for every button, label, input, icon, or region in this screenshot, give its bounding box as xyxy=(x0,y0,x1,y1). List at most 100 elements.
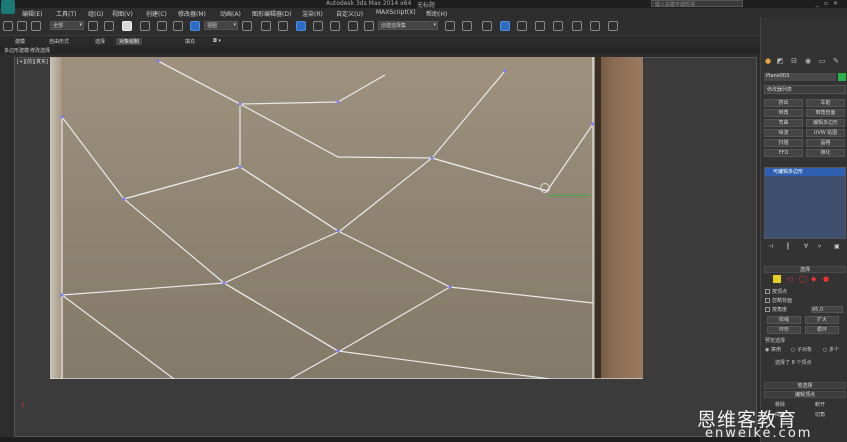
rect-region-icon[interactable] xyxy=(122,21,132,31)
by-vertex-option[interactable]: 按顶点 xyxy=(765,288,787,295)
loop-button[interactable]: 循环 xyxy=(805,326,839,334)
preview-subobj-radio[interactable]: ○ 子对象 xyxy=(791,346,812,353)
sub-polygon-modeling[interactable]: 多边形建模 xyxy=(4,47,29,54)
modify-tab-icon[interactable]: ◩ xyxy=(775,57,785,66)
display-tab-icon[interactable]: ▭ xyxy=(817,57,827,66)
rotate-icon[interactable] xyxy=(173,21,183,31)
layer-manager-icon[interactable] xyxy=(482,21,492,31)
create-tab-icon[interactable]: ● xyxy=(763,57,773,66)
move-icon[interactable] xyxy=(157,21,167,31)
make-unique-icon[interactable]: ∀ xyxy=(804,243,808,250)
configure-sets-icon[interactable]: ▣ xyxy=(834,243,840,250)
rollout-selection[interactable]: 选择 xyxy=(764,266,846,273)
pin-stack-icon[interactable]: ⊣ xyxy=(768,243,773,250)
select-object-icon[interactable] xyxy=(88,21,98,31)
modifier-btn[interactable]: 倒角 xyxy=(764,109,803,117)
window-controls[interactable]: _▫✕ xyxy=(816,0,843,7)
preview-off-radio[interactable]: ◉ 禁用 xyxy=(765,346,781,353)
modifier-btn[interactable]: 车削 xyxy=(806,99,845,107)
scale-icon[interactable] xyxy=(190,21,200,31)
by-angle-option[interactable]: 按角度 xyxy=(765,306,787,313)
ignore-backface-option[interactable]: 忽略背面 xyxy=(765,297,792,304)
rendered-frame-icon[interactable] xyxy=(590,21,600,31)
modifier-btn[interactable]: 挤出 xyxy=(764,99,803,107)
by-vertex-checkbox[interactable] xyxy=(765,289,770,294)
modifier-btn[interactable]: 晶格 xyxy=(806,139,845,147)
remove-modifier-icon[interactable]: ▿ xyxy=(818,243,821,250)
material-editor-icon[interactable] xyxy=(553,21,563,31)
pivot-icon[interactable] xyxy=(242,21,252,31)
vertex-mode-icon[interactable] xyxy=(773,275,781,283)
render-setup-icon[interactable] xyxy=(572,21,582,31)
tab-object-paint[interactable]: 对象绘制 xyxy=(116,38,143,45)
tab-populate[interactable]: 填充 xyxy=(182,38,198,45)
rollout-edit-vertices[interactable]: 编辑顶点 xyxy=(764,391,846,398)
modifier-btn[interactable]: FFD xyxy=(764,149,803,157)
motion-tab-icon[interactable]: ◉ xyxy=(803,57,813,66)
border-mode-icon[interactable]: ◯ xyxy=(799,275,807,283)
align-icon[interactable] xyxy=(462,21,472,31)
modifier-btn[interactable]: 扫描 xyxy=(764,139,803,147)
edit-named-selection-icon[interactable] xyxy=(364,21,374,31)
object-color-swatch[interactable] xyxy=(838,73,846,81)
preview-multi-radio[interactable]: ○ 多个 xyxy=(823,346,839,353)
curve-editor-icon[interactable] xyxy=(517,21,527,31)
by-angle-checkbox[interactable] xyxy=(765,307,770,312)
selection-filter-dropdown[interactable]: 全部 xyxy=(50,21,84,30)
ribbon-toggle-icon[interactable] xyxy=(500,21,510,31)
link-icon[interactable] xyxy=(31,21,41,31)
tab-modeling[interactable]: 建模 xyxy=(12,38,28,45)
break-button[interactable]: 断开 xyxy=(815,401,825,408)
spinner-snap-icon[interactable] xyxy=(348,21,358,31)
sub-modify-selection[interactable]: 修改选择 xyxy=(30,47,50,54)
select-by-name-icon[interactable] xyxy=(104,21,114,31)
angle-snap-icon[interactable] xyxy=(313,21,323,31)
mirror-icon[interactable] xyxy=(445,21,455,31)
redo-icon[interactable] xyxy=(17,21,27,31)
modifier-btn[interactable]: 弯曲 xyxy=(764,119,803,127)
stack-item-editable-poly[interactable]: 可编辑多边形 xyxy=(765,168,845,176)
rollout-soft-selection[interactable]: 软选择 xyxy=(764,382,846,389)
snap-3d-icon[interactable] xyxy=(296,21,306,31)
show-end-result-icon[interactable]: ┃ xyxy=(786,243,790,250)
shrink-button[interactable]: 收缩 xyxy=(767,316,801,324)
named-selection-dropdown[interactable]: 创建选择集 xyxy=(378,21,438,30)
app-logo-icon[interactable] xyxy=(1,0,15,14)
ring-button[interactable]: 环形 xyxy=(767,326,801,334)
tab-freeform[interactable]: 自由形式 xyxy=(46,38,72,45)
menu-maxscript[interactable]: MAXScript(X) xyxy=(376,9,416,16)
viewport-label[interactable]: [+][前][真实] xyxy=(17,58,48,65)
chamfer-button[interactable]: 切角 xyxy=(815,411,825,418)
manipulate-icon[interactable] xyxy=(261,21,271,31)
modifier-list-dropdown[interactable]: 修改器列表 xyxy=(764,85,846,94)
percent-snap-icon[interactable] xyxy=(330,21,340,31)
utilities-tab-icon[interactable]: ✎ xyxy=(831,57,841,66)
ribbon-options-icon[interactable]: ◘ ▾ xyxy=(210,38,224,44)
schematic-view-icon[interactable] xyxy=(535,21,545,31)
modifier-btn[interactable]: 编辑多边形 xyxy=(806,119,845,127)
object-name-field[interactable]: Plane003 xyxy=(764,73,836,81)
polygon-mode-icon[interactable]: ◆ xyxy=(811,275,819,283)
grow-button[interactable]: 扩大 xyxy=(805,316,839,324)
tab-selection[interactable]: 选择 xyxy=(92,38,108,45)
search-input[interactable]: 键入关键字或短语 xyxy=(651,0,743,8)
angle-spinner[interactable]: 45.0 xyxy=(811,306,843,313)
reference-photo-plane[interactable] xyxy=(50,57,643,379)
polygon-mesh-wireframe[interactable] xyxy=(50,57,643,379)
edge-mode-icon[interactable]: ◁ xyxy=(787,275,795,283)
gizmo-axis-line[interactable] xyxy=(548,195,590,196)
undo-icon[interactable] xyxy=(3,21,13,31)
modifier-btn[interactable]: UVW 贴图 xyxy=(806,129,845,137)
keyboard-shortcut-icon[interactable] xyxy=(278,21,288,31)
modifier-btn[interactable]: 倒角剖面 xyxy=(806,109,845,117)
ignore-backface-checkbox[interactable] xyxy=(765,298,770,303)
element-mode-icon[interactable]: ● xyxy=(823,275,831,283)
render-production-icon[interactable] xyxy=(608,21,618,31)
hierarchy-tab-icon[interactable]: ⊟ xyxy=(789,57,799,66)
window-crossing-icon[interactable] xyxy=(140,21,150,31)
modifier-btn[interactable]: 噪波 xyxy=(764,129,803,137)
modifier-stack[interactable]: 可编辑多边形 xyxy=(764,167,846,239)
modifier-btn[interactable]: 锥化 xyxy=(806,149,845,157)
transform-gizmo-icon[interactable] xyxy=(540,183,550,193)
reference-coord-dropdown[interactable]: 视图 xyxy=(204,21,238,30)
